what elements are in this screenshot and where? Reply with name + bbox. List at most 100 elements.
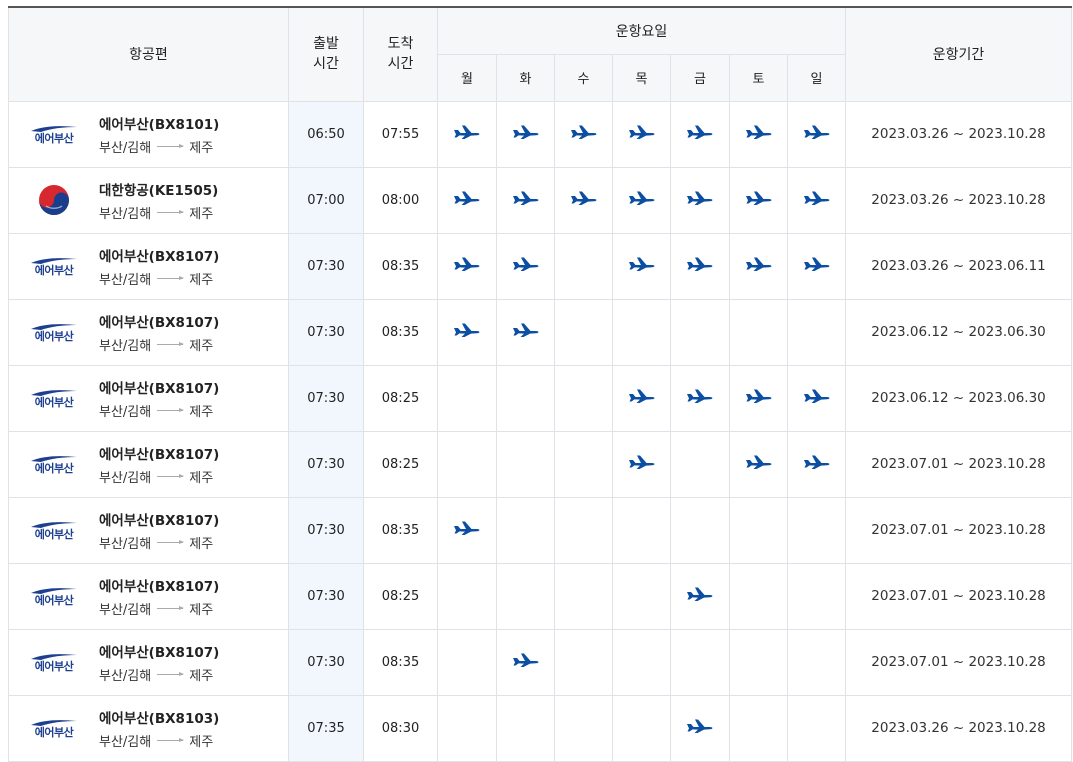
day-cell-sat xyxy=(729,100,788,168)
day-cell-mon xyxy=(437,100,497,168)
day-cell-mon xyxy=(437,694,497,762)
flight-cell: 에어부산 에어부산(BX8103) 부산/김해 제주 xyxy=(8,694,289,762)
departure-time: 07:30 xyxy=(288,628,364,696)
air-busan-logo: 에어부산 xyxy=(31,653,77,672)
day-cell-fri xyxy=(670,232,730,300)
arrival-time: 08:25 xyxy=(363,364,438,432)
arrival-time: 08:30 xyxy=(363,694,438,762)
air-busan-logo: 에어부산 xyxy=(31,389,77,408)
day-cell-thu xyxy=(612,694,671,762)
table-row: 에어부산 에어부산(BX8107) 부산/김해 제주 07:30 08:35 20… xyxy=(8,628,1073,696)
airplane-icon xyxy=(686,124,714,144)
route-arrow-icon xyxy=(157,275,185,280)
day-cell-sat xyxy=(729,166,788,234)
airline-logo: 에어부산 xyxy=(23,257,85,276)
day-cell-wed xyxy=(554,232,613,300)
day-cell-sat xyxy=(729,232,788,300)
operating-period: 2023.06.12 ~ 2023.06.30 xyxy=(845,298,1073,366)
day-cell-sun xyxy=(786,496,847,564)
day-cell-sat xyxy=(729,694,788,762)
route: 부산/김해 제주 xyxy=(99,269,219,288)
day-cell-tue xyxy=(496,232,555,300)
airline-logo: 에어부산 xyxy=(23,521,85,540)
day-cell-fri xyxy=(670,430,730,498)
airline-logo: 에어부산 xyxy=(23,455,85,474)
departure-time: 07:30 xyxy=(288,430,364,498)
day-cell-fri xyxy=(670,166,730,234)
route-destination: 제주 xyxy=(189,668,214,684)
day-cell-fri xyxy=(670,100,730,168)
operating-period: 2023.07.01 ~ 2023.10.28 xyxy=(845,430,1073,498)
airline-logo: 에어부산 xyxy=(23,125,85,144)
header-day-wed: 수 xyxy=(554,53,613,102)
airline-logo: 에어부산 xyxy=(23,719,85,738)
route-origin: 부산/김해 xyxy=(99,338,152,354)
route-destination: 제주 xyxy=(189,536,214,552)
arrival-time: 08:35 xyxy=(363,628,438,696)
day-cell-fri xyxy=(670,496,730,564)
table-row: 에어부산 에어부산(BX8107) 부산/김해 제주 07:30 08:25 20… xyxy=(8,430,1073,498)
day-cell-sat xyxy=(729,628,788,696)
day-cell-tue xyxy=(496,166,555,234)
operating-period: 2023.03.26 ~ 2023.06.11 xyxy=(845,232,1073,300)
day-cell-fri xyxy=(670,562,730,630)
day-cell-fri xyxy=(670,694,730,762)
air-busan-logo: 에어부산 xyxy=(31,587,77,606)
departure-time: 06:50 xyxy=(288,100,364,168)
table-row: 에어부산 에어부산(BX8107) 부산/김해 제주 07:30 08:35 20… xyxy=(8,496,1073,564)
operating-period: 2023.03.26 ~ 2023.10.28 xyxy=(845,100,1073,168)
day-cell-wed xyxy=(554,430,613,498)
day-cell-mon xyxy=(437,298,497,366)
route: 부산/김해 제주 xyxy=(99,533,219,552)
flight-cell: 에어부산 에어부산(BX8107) 부산/김해 제주 xyxy=(8,562,289,630)
header-arrival-time: 도착 시간 xyxy=(363,6,438,102)
route-destination: 제주 xyxy=(189,140,214,156)
operating-period: 2023.07.01 ~ 2023.10.28 xyxy=(845,628,1073,696)
day-cell-sun xyxy=(786,166,847,234)
airplane-icon xyxy=(628,124,656,144)
flight-name: 에어부산(BX8107) xyxy=(99,644,220,661)
day-cell-thu xyxy=(612,298,671,366)
operating-period: 2023.06.12 ~ 2023.06.30 xyxy=(845,364,1073,432)
flight-name: 에어부산(BX8107) xyxy=(99,512,220,529)
day-cell-mon xyxy=(437,430,497,498)
table-row: 에어부산 에어부산(BX8107) 부산/김해 제주 07:30 08:25 20… xyxy=(8,364,1073,432)
route: 부산/김해 제주 xyxy=(99,401,219,420)
departure-time: 07:30 xyxy=(288,562,364,630)
day-cell-wed xyxy=(554,694,613,762)
arrival-time: 08:35 xyxy=(363,298,438,366)
day-cell-sat xyxy=(729,364,788,432)
flight-name: 에어부산(BX8107) xyxy=(99,248,220,265)
day-cell-wed xyxy=(554,364,613,432)
day-cell-thu xyxy=(612,562,671,630)
day-cell-sun xyxy=(786,232,847,300)
day-cell-fri xyxy=(670,364,730,432)
air-busan-logo: 에어부산 xyxy=(31,719,77,738)
table-row: 에어부산 에어부산(BX8107) 부산/김해 제주 07:30 08:35 20… xyxy=(8,298,1073,366)
day-cell-tue xyxy=(496,562,555,630)
day-cell-thu xyxy=(612,496,671,564)
operating-period: 2023.07.01 ~ 2023.10.28 xyxy=(845,562,1073,630)
flight-name: 대한항공(KE1505) xyxy=(99,182,219,199)
airplane-icon xyxy=(453,124,481,144)
route-destination: 제주 xyxy=(189,734,214,750)
day-cell-sun xyxy=(786,694,847,762)
arrival-time: 08:35 xyxy=(363,496,438,564)
day-cell-tue xyxy=(496,430,555,498)
route-arrow-icon xyxy=(157,539,185,544)
departure-time: 07:30 xyxy=(288,496,364,564)
airplane-icon xyxy=(512,190,540,210)
air-busan-logo: 에어부산 xyxy=(31,323,77,342)
flight-cell: 에어부산 에어부산(BX8107) 부산/김해 제주 xyxy=(8,298,289,366)
table-row: 에어부산 에어부산(BX8103) 부산/김해 제주 07:35 08:30 20… xyxy=(8,694,1073,762)
route-arrow-icon xyxy=(157,407,185,412)
day-cell-sat xyxy=(729,496,788,564)
flight-cell: 에어부산 에어부산(BX8107) 부산/김해 제주 xyxy=(8,628,289,696)
airplane-icon xyxy=(628,388,656,408)
route-origin: 부산/김해 xyxy=(99,404,152,420)
day-cell-mon xyxy=(437,628,497,696)
day-cell-wed xyxy=(554,298,613,366)
airplane-icon xyxy=(745,388,773,408)
route-destination: 제주 xyxy=(189,602,214,618)
day-cell-fri xyxy=(670,628,730,696)
